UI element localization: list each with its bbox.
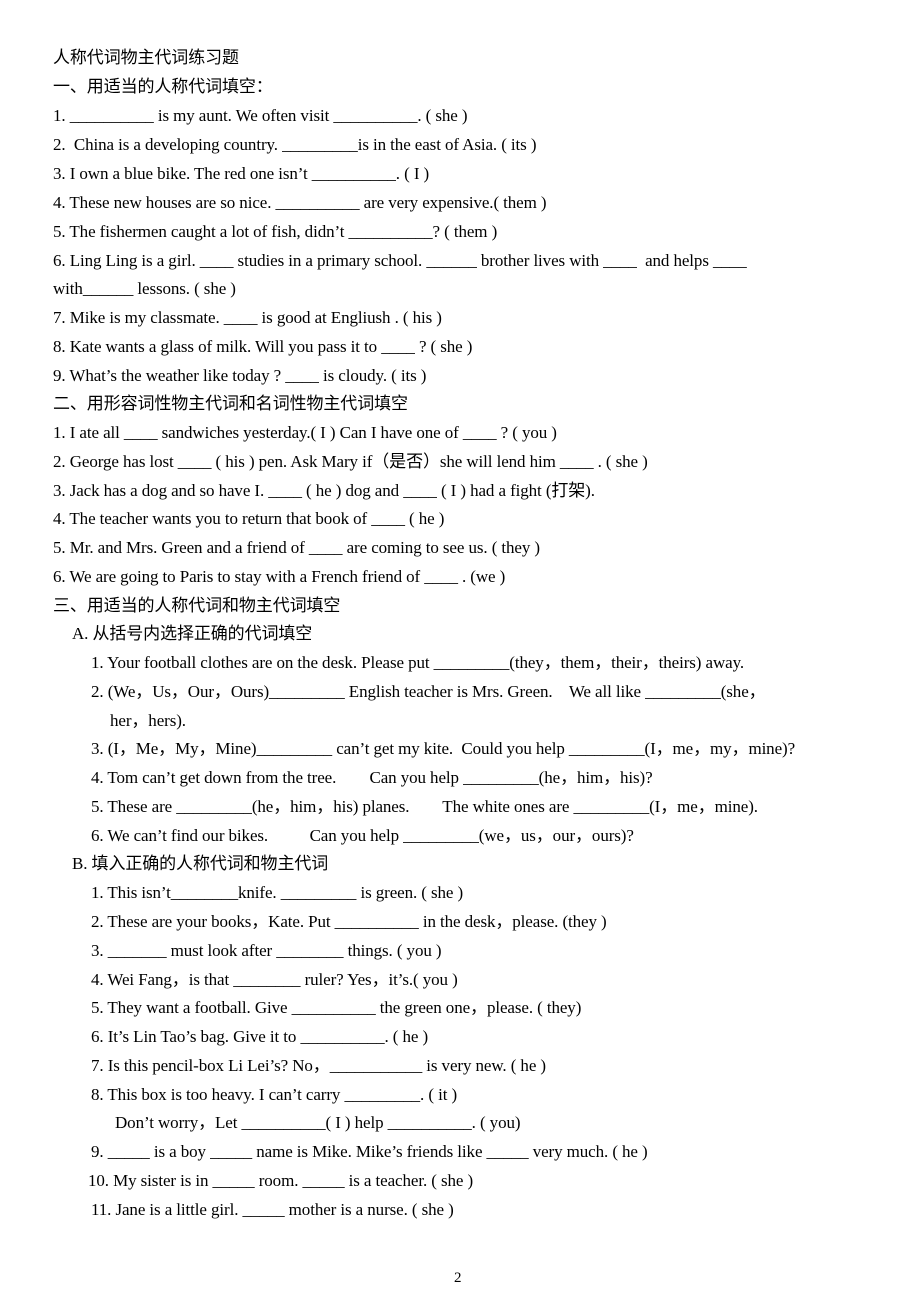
- exercise-line: 4. Wei Fang，is that ________ ruler? Yes，…: [91, 970, 458, 989]
- part-a-heading: A. 从括号内选择正确的代词填空: [72, 624, 313, 643]
- exercise-line: 1. I ate all ____ sandwiches yesterday.(…: [53, 423, 557, 442]
- document-page: 人称代词物主代词练习题 一、用适当的人称代词填空： 1. __________ …: [0, 0, 920, 1307]
- document-title: 人称代词物主代词练习题: [53, 48, 239, 67]
- exercise-line: 9. _____ is a boy _____ name is Mike. Mi…: [91, 1142, 648, 1161]
- exercise-line: 5. Mr. and Mrs. Green and a friend of __…: [53, 538, 540, 557]
- exercise-line: 3. Jack has a dog and so have I. ____ ( …: [53, 481, 595, 500]
- exercise-line: 11. Jane is a little girl. _____ mother …: [91, 1200, 454, 1219]
- exercise-line: 3. _______ must look after ________ thin…: [91, 941, 442, 960]
- exercise-line: 7. Mike is my classmate. ____ is good at…: [53, 308, 442, 327]
- section-1-heading: 一、用适当的人称代词填空：: [53, 77, 273, 96]
- exercise-line: her，hers).: [110, 711, 186, 730]
- exercise-line: Don’t worry，Let __________( I ) help ___…: [115, 1113, 521, 1132]
- exercise-line: 7. Is this pencil-box Li Lei’s? No，_____…: [91, 1056, 546, 1075]
- section-3-heading: 三、用适当的人称代词和物主代词填空: [53, 596, 341, 615]
- exercise-line: 3. I own a blue bike. The red one isn’t …: [53, 164, 430, 183]
- exercise-line: with______ lessons. ( she ): [53, 279, 236, 298]
- exercise-line: 1. Your football clothes are on the desk…: [91, 653, 745, 672]
- exercise-line: 1. This isn’t________knife. _________ is…: [91, 883, 464, 902]
- exercise-line: 2. George has lost ____ ( his ) pen. Ask…: [53, 452, 648, 471]
- exercise-line: 10. My sister is in _____ room. _____ is…: [88, 1171, 474, 1190]
- exercise-line: 6. Ling Ling is a girl. ____ studies in …: [53, 251, 747, 270]
- exercise-line: 2. (We，Us，Our，Ours)_________ English tea…: [91, 682, 766, 701]
- part-b-heading: B. 填入正确的人称代词和物主代词: [72, 854, 329, 873]
- exercise-line: 2. These are your books，Kate. Put ______…: [91, 912, 607, 931]
- exercise-line: 5. They want a football. Give __________…: [91, 998, 582, 1017]
- page-number: 2: [454, 1270, 462, 1286]
- exercise-line: 2. China is a developing country. ______…: [53, 135, 537, 154]
- exercise-line: 8. This box is too heavy. I can’t carry …: [91, 1085, 458, 1104]
- exercise-line: 9. What’s the weather like today ? ____ …: [53, 366, 427, 385]
- exercise-line: 1. __________ is my aunt. We often visit…: [53, 106, 468, 125]
- exercise-line: 6. We can’t find our bikes. Can you help…: [91, 826, 634, 845]
- exercise-line: 6. It’s Lin Tao’s bag. Give it to ______…: [91, 1027, 429, 1046]
- exercise-line: 4. Tom can’t get down from the tree. Can…: [91, 768, 653, 787]
- exercise-line: 8. Kate wants a glass of milk. Will you …: [53, 337, 473, 356]
- exercise-line: 4. These new houses are so nice. _______…: [53, 193, 547, 212]
- exercise-line: 4. The teacher wants you to return that …: [53, 509, 445, 528]
- exercise-line: 3. (I，Me，My，Mine)_________ can’t get my …: [91, 739, 796, 758]
- exercise-line: 6. We are going to Paris to stay with a …: [53, 567, 506, 586]
- exercise-line: 5. The fishermen caught a lot of fish, d…: [53, 222, 498, 241]
- section-2-heading: 二、用形容词性物主代词和名词性物主代词填空: [53, 394, 408, 413]
- exercise-line: 5. These are _________(he，him，his) plane…: [91, 797, 758, 816]
